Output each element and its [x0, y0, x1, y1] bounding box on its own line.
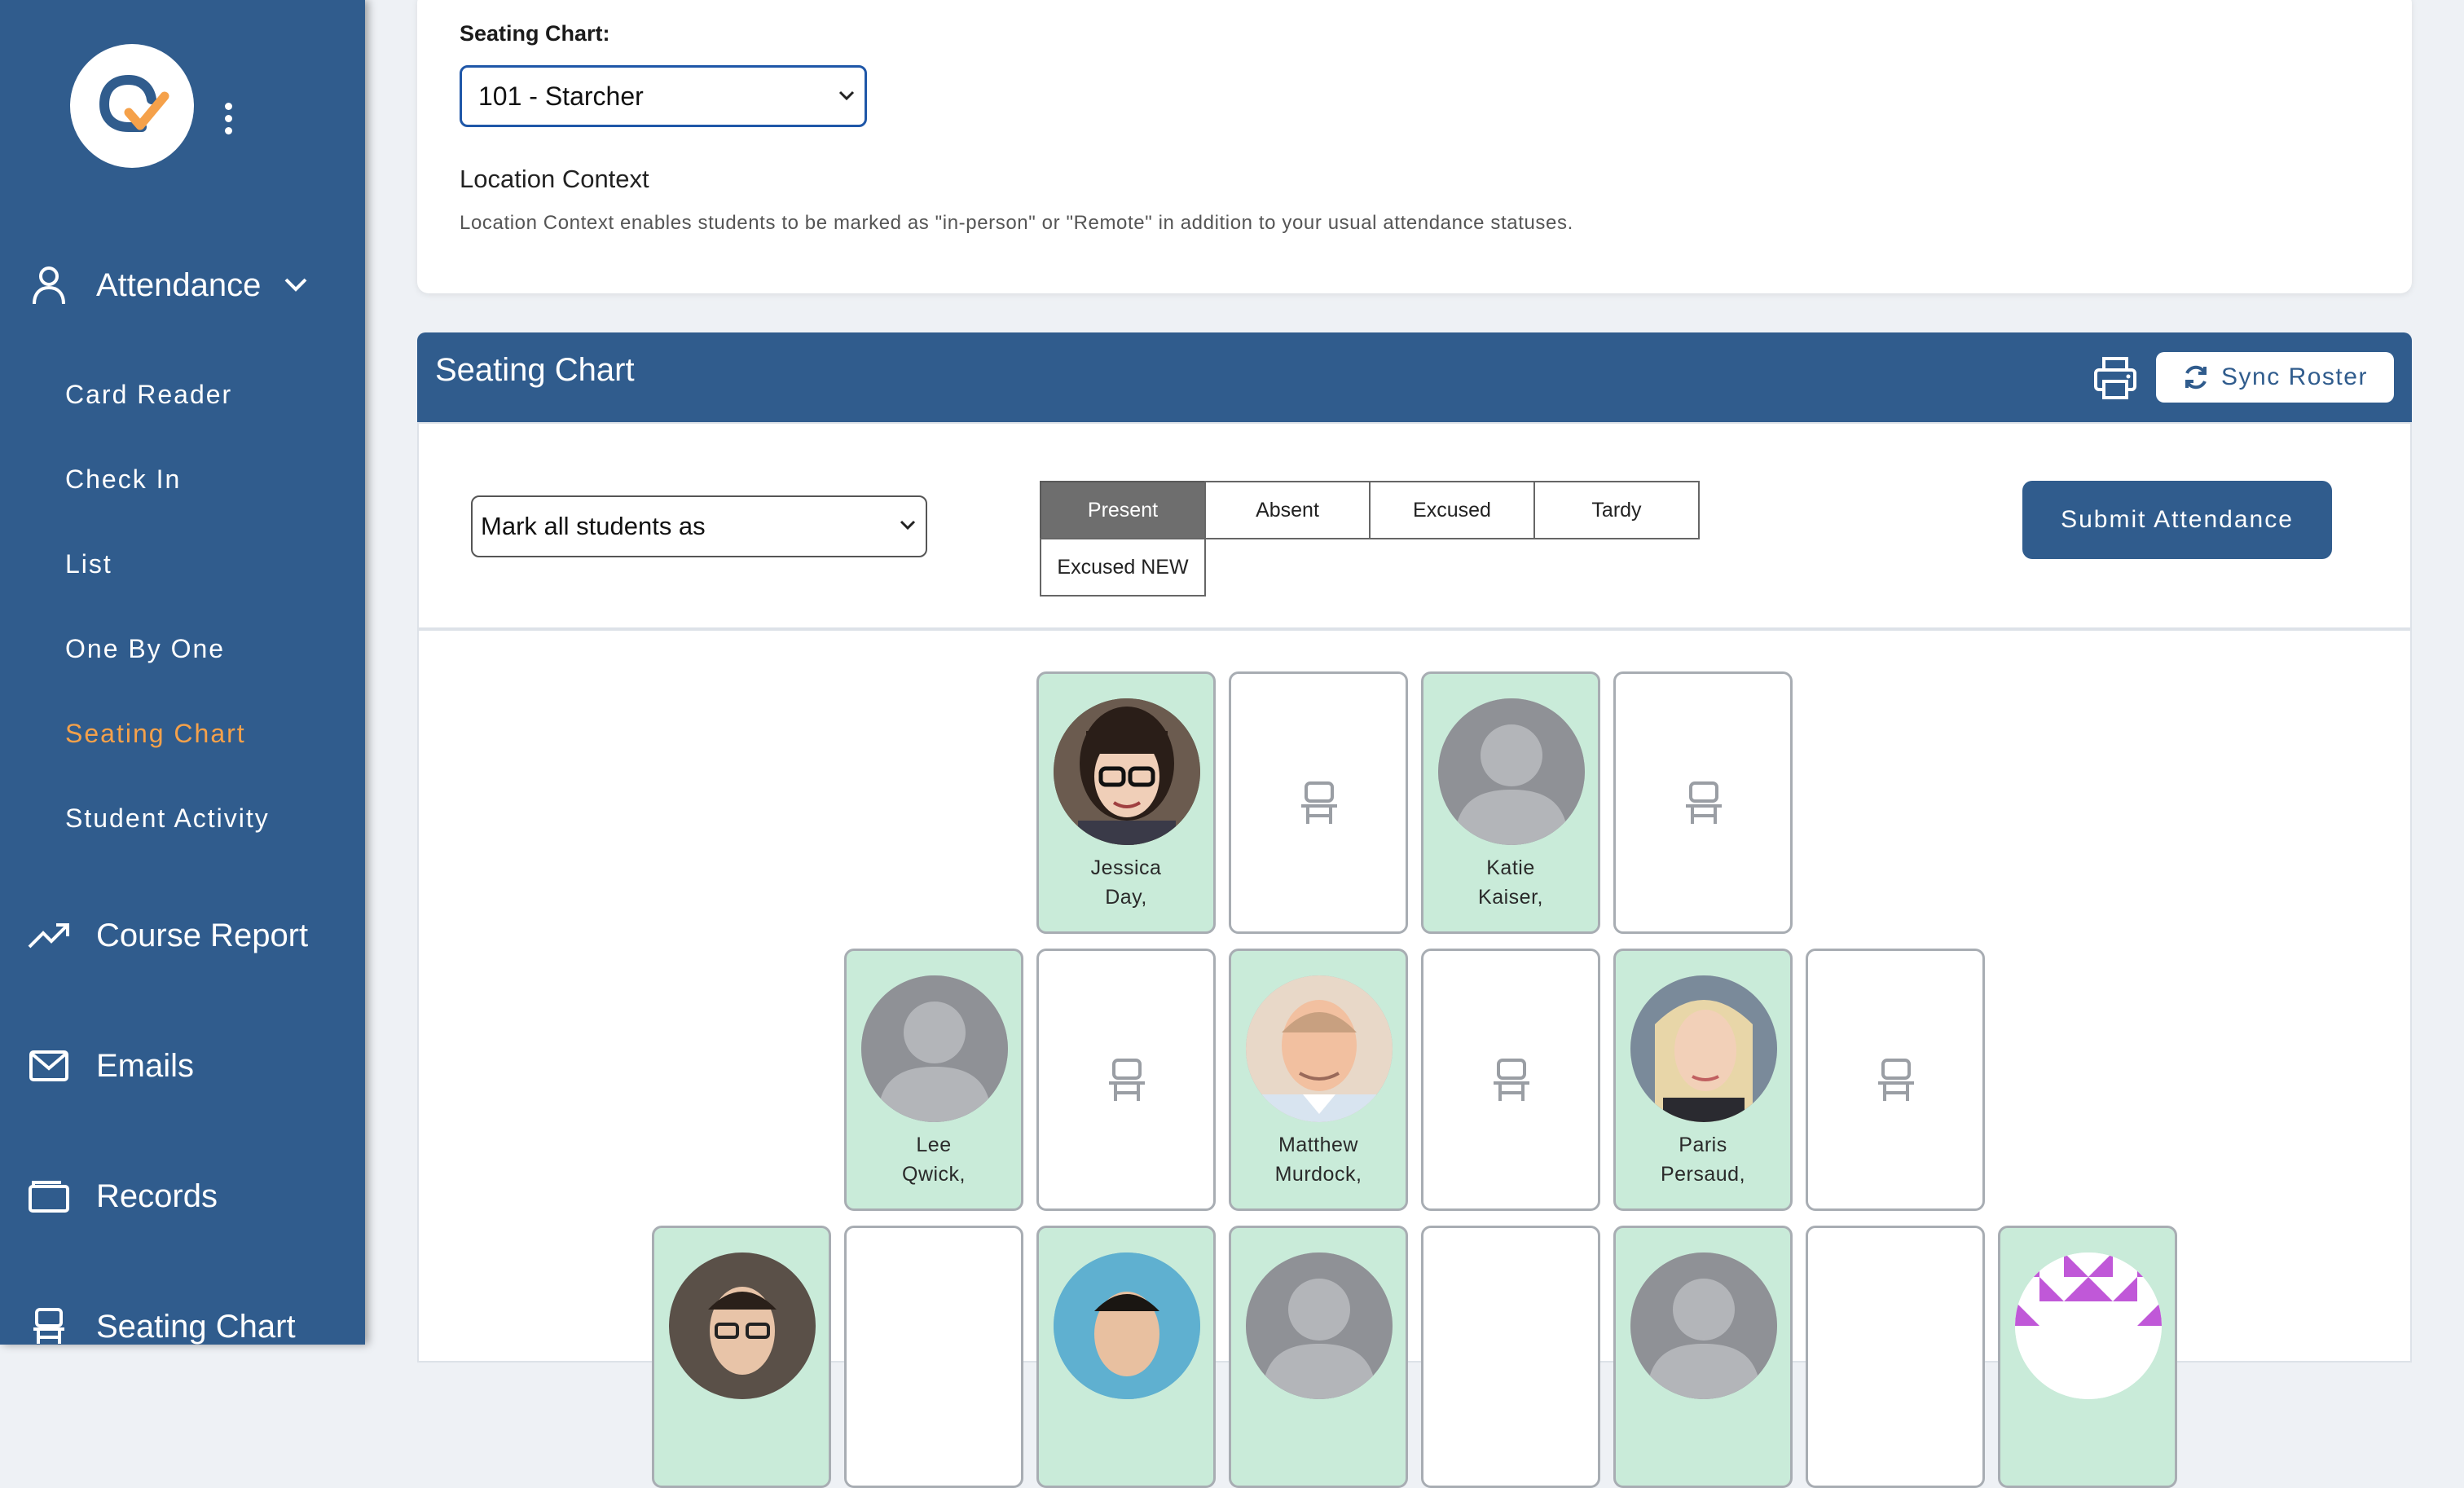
sync-roster-button[interactable]: Sync Roster: [2156, 352, 2394, 403]
status-tardy-button[interactable]: Tardy: [1533, 481, 1700, 539]
nav-course-report-label: Course Report: [96, 917, 309, 953]
status-excused-new-button[interactable]: Excused NEW: [1040, 538, 1206, 597]
student-photo-placeholder: [1630, 1252, 1777, 1399]
chair-icon: [1686, 781, 1722, 824]
seat-empty[interactable]: [844, 1226, 1023, 1488]
mark-all-select[interactable]: Mark all students as: [471, 495, 927, 557]
student-photo: [1054, 1252, 1200, 1399]
mark-all-select-value: Mark all students as: [481, 512, 706, 540]
seating-chart-label: Seating Chart:: [460, 21, 610, 46]
print-button[interactable]: [2092, 355, 2138, 401]
user-icon: [26, 262, 72, 308]
seat-student[interactable]: [1998, 1226, 2177, 1488]
student-name: Lee Qwick,: [902, 1134, 966, 1186]
student-photo-placeholder: [861, 975, 1008, 1122]
sidebar-item-seating-chart[interactable]: Seating Chart: [65, 719, 246, 749]
seat-empty[interactable]: [1036, 949, 1216, 1211]
seating-chart-select-value: 101 - Starcher: [478, 81, 644, 111]
seat-empty[interactable]: [1421, 1226, 1600, 1488]
nav-seating-chart[interactable]: Seating Chart: [26, 1302, 296, 1351]
submit-attendance-button[interactable]: Submit Attendance: [2022, 481, 2332, 559]
student-photo: [1630, 975, 1777, 1122]
student-photo-placeholder: [1246, 1252, 1393, 1399]
chevron-down-icon: [838, 90, 855, 101]
status-present-button[interactable]: Present: [1040, 481, 1206, 539]
nav-records-label: Records: [96, 1178, 218, 1214]
seat-empty[interactable]: [1421, 949, 1600, 1211]
chevron-down-icon: [900, 520, 916, 530]
seat-empty[interactable]: [1613, 671, 1793, 934]
seat-student[interactable]: Matthew Murdock,: [1229, 949, 1408, 1211]
student-name: Jessica Day,: [1090, 856, 1162, 909]
nav-seating-chart-label: Seating Chart: [96, 1308, 296, 1345]
location-context-title: Location Context: [460, 165, 649, 193]
seat-empty[interactable]: [1229, 671, 1408, 934]
nav-course-report[interactable]: Course Report: [26, 911, 308, 960]
nav-attendance-label: Attendance: [96, 266, 262, 303]
mail-icon: [26, 1043, 72, 1089]
more-options-icon[interactable]: [222, 103, 235, 135]
student-photo: [1246, 975, 1393, 1122]
student-identicon: [2015, 1252, 2162, 1399]
chair-icon: [26, 1304, 72, 1349]
seat-student[interactable]: [652, 1226, 831, 1488]
seat-empty[interactable]: [1806, 949, 1985, 1211]
sidebar-item-card-reader[interactable]: Card Reader: [65, 380, 232, 410]
sync-roster-label: Sync Roster: [2221, 363, 2368, 390]
student-photo-placeholder: [1438, 698, 1585, 845]
logo-check-icon: [99, 75, 169, 132]
student-name: Paris Persaud,: [1660, 1134, 1746, 1186]
nav-emails-label: Emails: [96, 1047, 195, 1084]
nav-attendance[interactable]: Attendance: [26, 261, 308, 310]
seat-student[interactable]: Katie Kaiser,: [1421, 671, 1600, 934]
student-name: Katie Kaiser,: [1478, 856, 1543, 909]
student-photo: [1054, 698, 1200, 845]
seat-student[interactable]: [1036, 1226, 1216, 1488]
trend-icon: [26, 913, 72, 958]
sidebar-item-student-activity[interactable]: Student Activity: [65, 803, 270, 834]
chair-icon: [1109, 1059, 1145, 1101]
chevron-down-icon: [284, 278, 307, 292]
seat-student[interactable]: Lee Qwick,: [844, 949, 1023, 1211]
sidebar-item-list[interactable]: List: [65, 549, 112, 579]
seat-student[interactable]: [1613, 1226, 1793, 1488]
app-logo[interactable]: [70, 44, 194, 168]
seat-student[interactable]: Jessica Day,: [1036, 671, 1216, 934]
sidebar: Attendance Card Reader Check In List One…: [0, 0, 365, 1345]
settings-card: [417, 0, 2412, 293]
sidebar-item-one-by-one[interactable]: One By One: [65, 634, 225, 664]
seating-chart-title: Seating Chart: [435, 352, 635, 388]
folder-icon: [26, 1173, 72, 1219]
status-absent-button[interactable]: Absent: [1204, 481, 1371, 539]
seating-chart-header: Seating Chart Sync Roster: [417, 332, 2412, 422]
seat-student[interactable]: [1229, 1226, 1408, 1488]
student-photo: [669, 1252, 816, 1399]
sidebar-item-check-in[interactable]: Check In: [65, 464, 181, 495]
seating-chart-select[interactable]: 101 - Starcher: [460, 65, 867, 127]
nav-records[interactable]: Records: [26, 1172, 218, 1221]
chair-icon: [1301, 781, 1337, 824]
chair-icon: [1878, 1059, 1914, 1101]
student-name: Matthew Murdock,: [1274, 1134, 1362, 1186]
seat-empty[interactable]: [1806, 1226, 1985, 1488]
location-context-description: Location Context enables students to be …: [460, 212, 1573, 234]
printer-icon: [2094, 357, 2136, 399]
nav-emails[interactable]: Emails: [26, 1041, 194, 1090]
status-excused-button[interactable]: Excused: [1369, 481, 1535, 539]
seat-student[interactable]: Paris Persaud,: [1613, 949, 1793, 1211]
sync-icon: [2185, 365, 2207, 390]
chair-icon: [1494, 1059, 1529, 1101]
